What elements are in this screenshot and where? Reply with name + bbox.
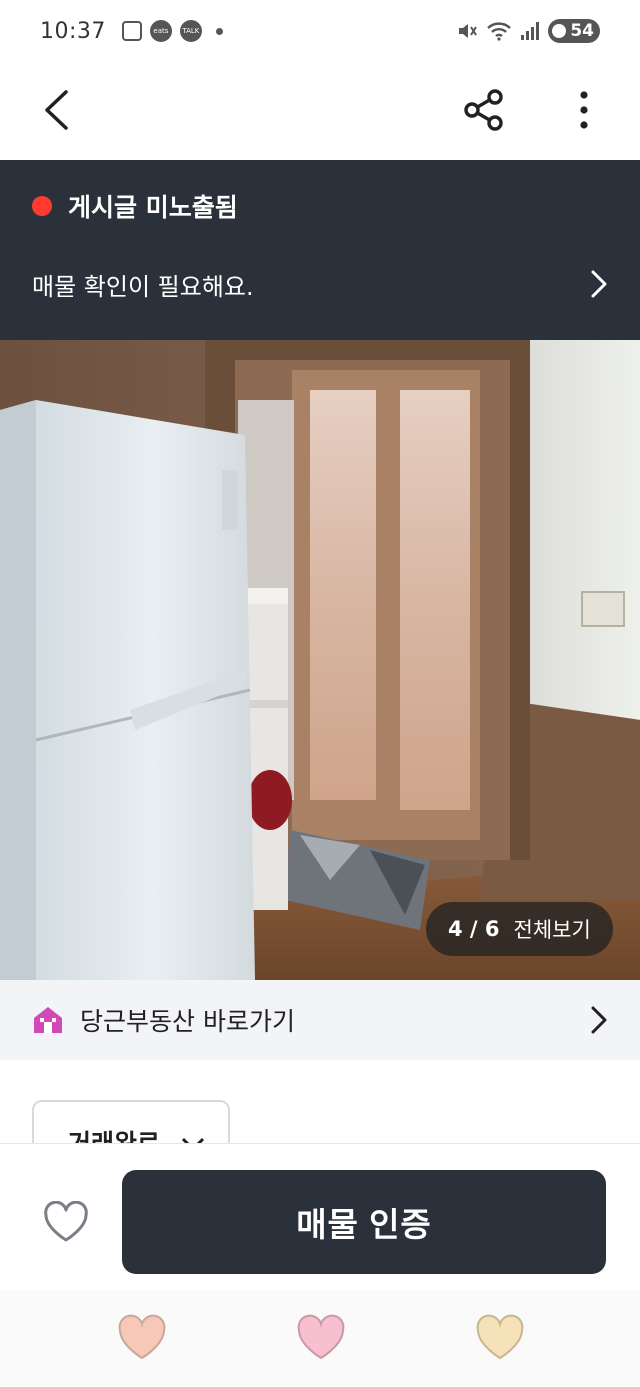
battery-indicator: 54 — [548, 19, 600, 43]
house-icon — [34, 1007, 62, 1033]
notice-verify-row[interactable]: 매물 확인이 필요해요. — [0, 252, 640, 316]
shortcut-label: 당근부동산 바로가기 — [80, 1007, 295, 1036]
realestate-shortcut-row[interactable]: 당근부동산 바로가기 — [0, 980, 640, 1060]
share-icon — [464, 89, 503, 131]
photo-counter[interactable]: 4 / 6 전체보기 — [426, 902, 613, 956]
heart-yellow-icon[interactable] — [474, 1314, 526, 1362]
notice-title: 게시글 미노출됨 — [68, 193, 238, 222]
status-notification-icons: eats TALK — [121, 20, 223, 42]
mute-icon — [459, 24, 478, 38]
screenshot-icon — [121, 21, 142, 41]
heart-peach-icon[interactable] — [116, 1314, 168, 1362]
listing-photo[interactable]: 4 / 6 전체보기 — [0, 340, 640, 980]
heart-pink-icon[interactable] — [295, 1314, 347, 1362]
view-all-label: 전체보기 — [513, 918, 591, 942]
kakaotalk-icon: TALK — [179, 20, 202, 42]
app-bar — [0, 62, 640, 160]
status-bar: 10:37 eats TALK 54 — [0, 0, 640, 62]
chevron-right-icon — [591, 270, 607, 298]
chevron-right-icon — [591, 1006, 607, 1034]
status-red-dot — [32, 196, 52, 216]
favorite-button[interactable] — [40, 1196, 92, 1248]
signal-icon — [521, 22, 540, 40]
room-photo-image — [0, 340, 640, 980]
reaction-bar — [0, 1290, 640, 1387]
share-button[interactable] — [458, 80, 510, 140]
battery-level: 54 — [570, 21, 594, 41]
notice-status: 게시글 미노출됨 — [32, 188, 238, 224]
wifi-icon — [487, 22, 512, 41]
notice-message: 매물 확인이 필요해요. — [32, 272, 254, 301]
verify-listing-button[interactable]: 매물 인증 — [122, 1170, 606, 1274]
chevron-left-icon — [45, 90, 68, 130]
more-vertical-icon — [580, 91, 588, 129]
photo-index: 4 / 6 — [448, 917, 500, 941]
battery-leaf-icon — [552, 24, 567, 38]
more-button[interactable] — [564, 80, 604, 140]
coupang-eats-icon: eats — [149, 20, 172, 42]
talk-label: TALK — [182, 27, 200, 35]
heart-outline-icon — [44, 1201, 88, 1242]
status-time: 10:37 — [40, 18, 106, 44]
notification-dot — [215, 27, 223, 35]
back-button[interactable] — [34, 80, 78, 140]
visibility-notice-banner: 게시글 미노출됨 매물 확인이 필요해요. — [0, 160, 640, 340]
eats-label: eats — [153, 27, 169, 35]
status-right-icons: 54 — [456, 19, 600, 43]
bottom-action-bar: 매물 인증 — [0, 1143, 640, 1290]
